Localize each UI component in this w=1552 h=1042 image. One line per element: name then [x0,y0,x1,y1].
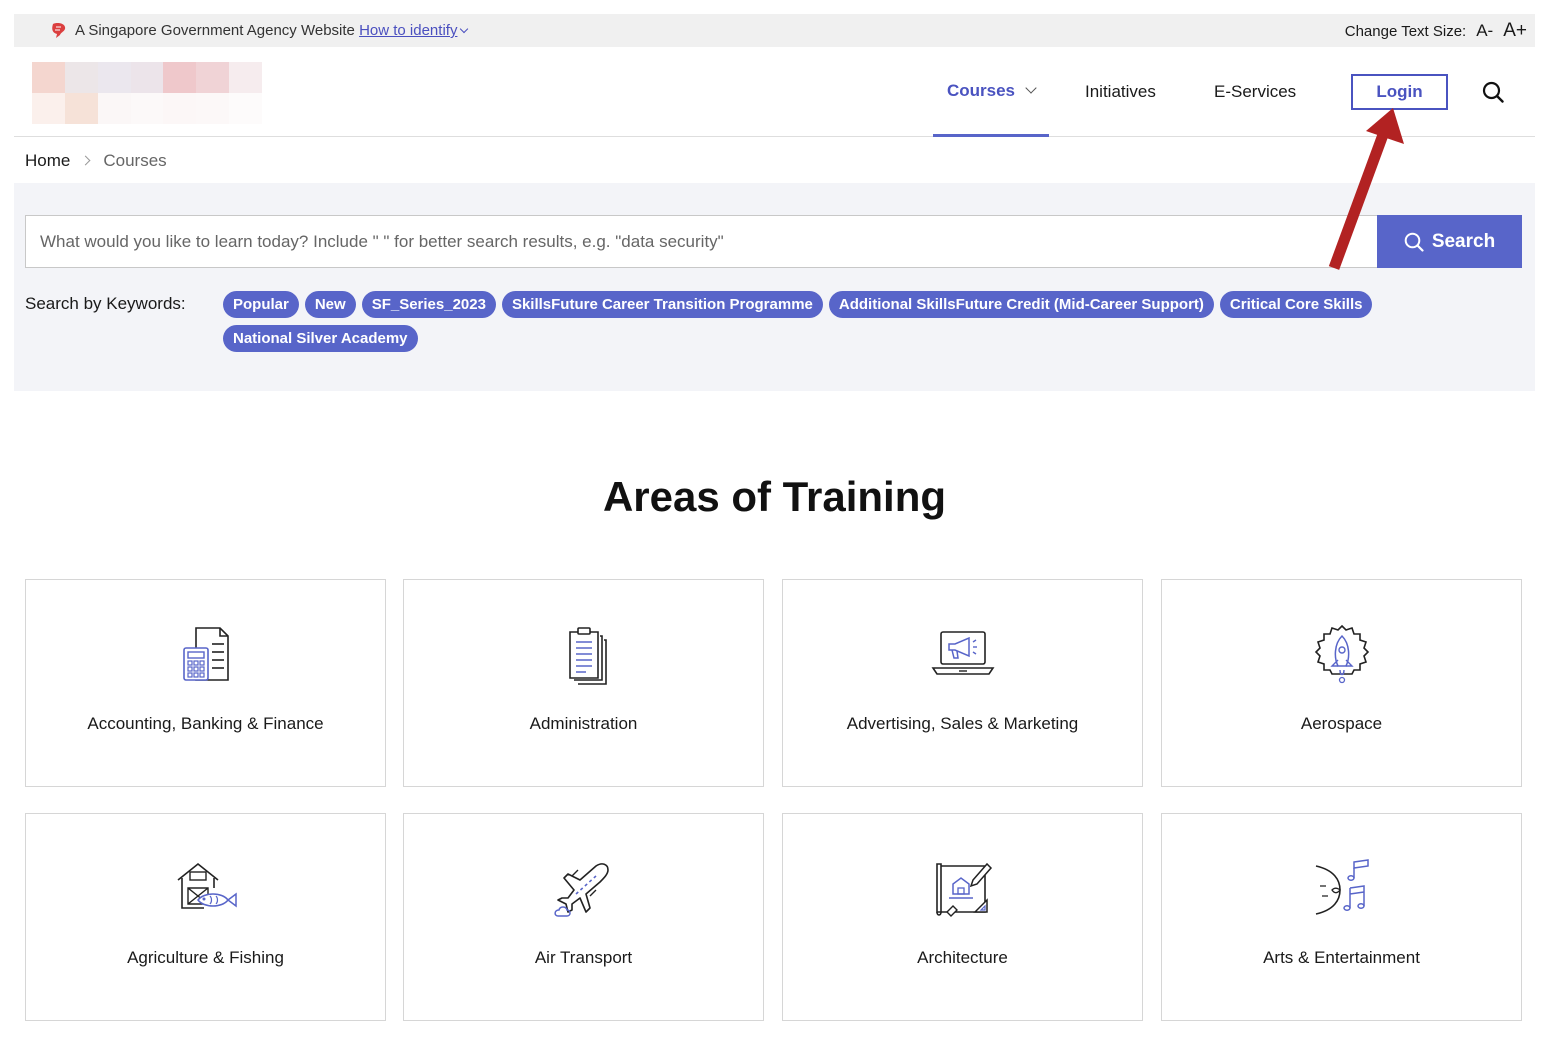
lion-head-icon [52,23,66,38]
training-area-label: Administration [529,714,638,733]
chevron-right-icon [80,155,91,166]
gov-masthead: A Singapore Government Agency Website Ho… [14,14,1535,47]
training-area-card[interactable]: Accounting, Banking & Finance [25,579,386,787]
documents-icon [568,627,607,685]
course-search-input[interactable] [25,215,1378,268]
training-area-card[interactable]: Agriculture & Fishing [25,813,386,1021]
rocket-gear-icon [1314,624,1369,684]
keyword-chip[interactable]: SkillsFuture Career Transition Programme [501,291,823,318]
laptop-megaphone-icon [931,631,994,675]
text-size-label: Change Text Size: [1344,22,1467,40]
training-area-label: Agriculture & Fishing [127,948,284,967]
keywords-label: Search by Keywords: [25,294,186,313]
breadcrumb-current: Courses [103,150,167,170]
nav-initiatives[interactable]: Initiatives [1085,47,1156,137]
training-area-label: Accounting, Banking & Finance [87,714,324,733]
decrease-text-size-button[interactable]: A- [1476,21,1493,41]
areas-of-training-title: Areas of Training [602,473,947,520]
chevron-down-icon [1025,82,1037,94]
keyword-chip[interactable]: New [304,291,356,318]
keyword-chip[interactable]: Critical Core Skills [1219,291,1373,318]
keyword-chip[interactable]: National Silver Academy [223,325,418,352]
search-button-label: Search [1431,230,1496,252]
text-size-controls: Change Text Size: A- A+ [1345,20,1527,42]
training-area-card[interactable]: Arts & Entertainment [1161,813,1522,1021]
training-area-label: Architecture [917,948,1008,967]
training-area-card[interactable]: Administration [403,579,764,787]
search-icon[interactable] [1482,81,1504,103]
breadcrumb: Home Courses [14,138,1535,183]
training-area-card[interactable]: Aerospace [1161,579,1522,787]
training-area-label: Aerospace [1300,714,1383,733]
gov-agency-label: A Singapore Government Agency Website [75,22,360,39]
site-header: Courses Initiatives E-Services Login [14,47,1535,137]
chevron-down-icon[interactable] [460,24,469,34]
keyword-chip[interactable]: SF_Series_2023 [361,291,496,318]
annotation-arrow [1328,108,1404,270]
training-area-card[interactable]: Architecture [782,813,1143,1021]
breadcrumb-home[interactable]: Home [25,151,70,171]
calculator-document-icon [182,627,229,681]
nav-courses-label: Courses [946,80,1016,100]
training-area-label: Arts & Entertainment [1263,948,1420,967]
site-logo[interactable] [32,62,262,124]
nav-courses[interactable]: Courses [933,47,1049,137]
how-to-identify-link[interactable]: How to identify [359,22,457,39]
training-area-label: Advertising, Sales & Marketing [846,714,1079,733]
airplane-icon [553,863,609,917]
keyword-chips: Popular New SF_Series_2023 SkillsFuture … [223,291,1463,359]
keyword-chip[interactable]: Popular [223,291,299,318]
search-section: Search Search by Keywords: Popular New S… [14,183,1535,391]
training-area-card[interactable]: Advertising, Sales & Marketing [782,579,1143,787]
gov-agency-text: A Singapore Government Agency Website Ho… [75,22,469,39]
barn-fish-icon [177,862,237,909]
search-icon [1404,232,1424,252]
training-area-label: Air Transport [534,948,633,967]
nav-eservices[interactable]: E-Services [1214,47,1296,137]
training-area-card[interactable]: Air Transport [403,813,764,1021]
increase-text-size-button[interactable]: A+ [1503,20,1527,42]
blueprint-icon [935,862,992,917]
keyword-chip[interactable]: Additional SkillsFuture Credit (Mid-Care… [828,291,1214,318]
page: A Singapore Government Agency Website Ho… [14,14,1535,1042]
music-notes-icon [1315,859,1369,915]
